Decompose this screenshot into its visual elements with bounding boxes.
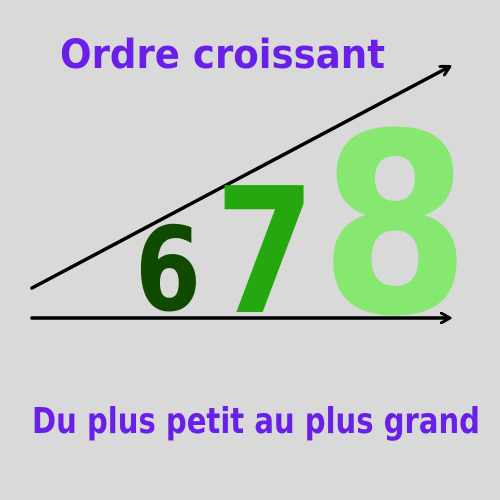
subtitle: Du plus petit au plus grand [32, 401, 480, 442]
number-seven: 7 [215, 151, 315, 354]
number-six: 6 [135, 203, 201, 338]
title: Ordre croissant [60, 32, 385, 78]
diagram-canvas: Ordre croissant 6 7 8 Du plus petit au p… [30, 32, 480, 442]
number-eight: 8 [320, 80, 470, 371]
